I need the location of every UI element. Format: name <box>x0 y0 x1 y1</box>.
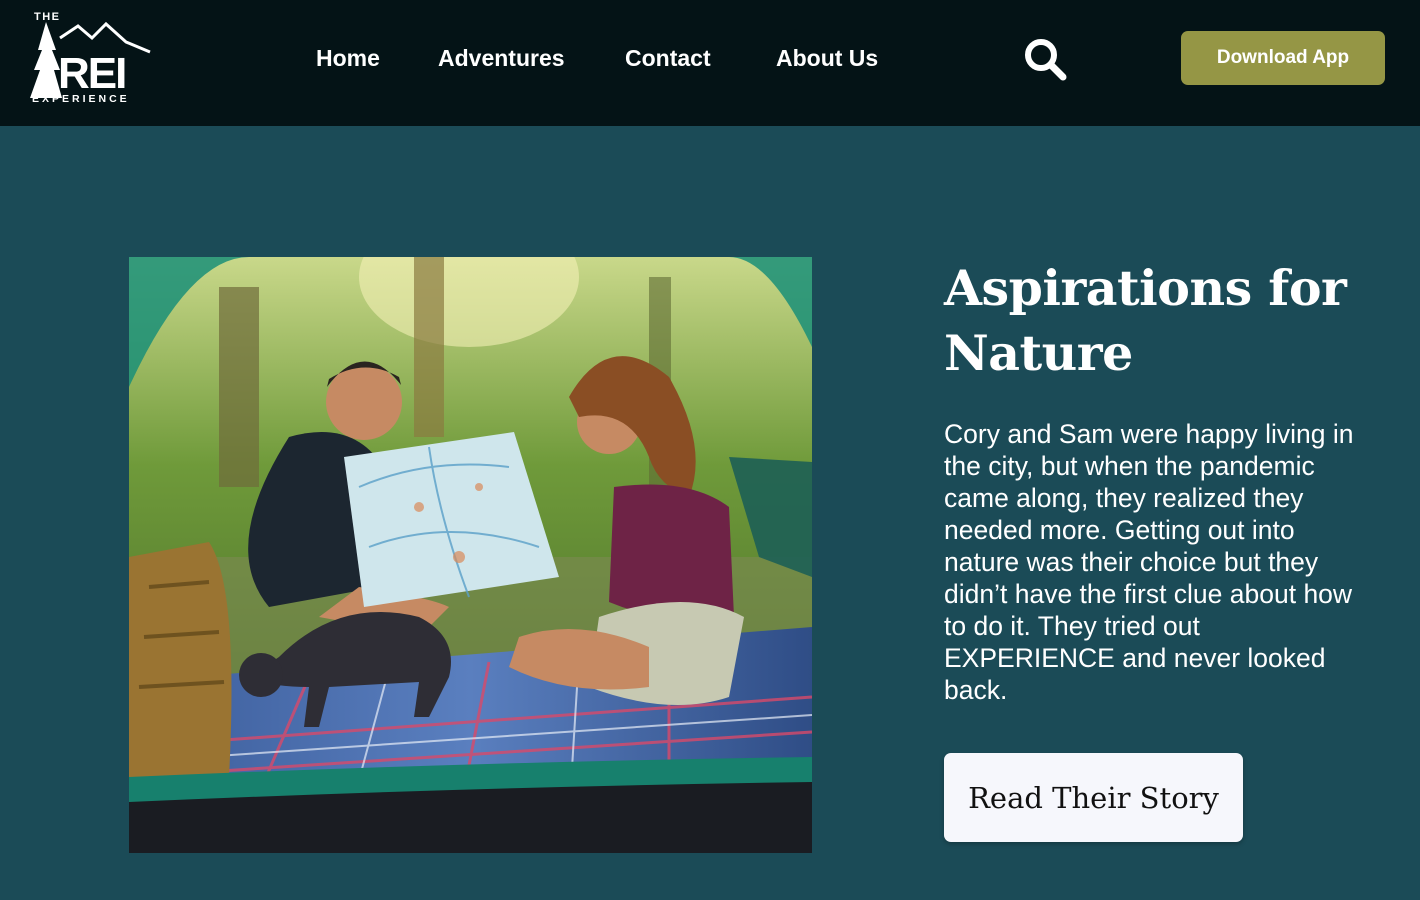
svg-text:EXPERIENCE: EXPERIENCE <box>32 93 130 105</box>
read-their-story-button[interactable]: Read Their Story <box>944 753 1243 842</box>
download-app-button[interactable]: Download App <box>1181 31 1385 85</box>
svg-text:REI: REI <box>58 49 125 98</box>
nav-home[interactable]: Home <box>316 40 380 76</box>
hero-body-text: Cory and Sam were happy living in the ci… <box>944 419 1354 705</box>
site-header: THE REI EXPERIENCE Home Adventures Conta… <box>0 0 1420 126</box>
search-icon[interactable] <box>1022 36 1068 82</box>
nav-about-us[interactable]: About Us <box>776 40 878 76</box>
hero-image <box>129 257 812 853</box>
rei-logo-icon: THE REI EXPERIENCE <box>30 11 151 105</box>
svg-text:THE: THE <box>34 11 61 23</box>
nav-adventures[interactable]: Adventures <box>438 40 565 76</box>
hero-headline: Aspirations for Nature <box>944 259 1347 382</box>
rei-logo[interactable]: THE REI EXPERIENCE <box>22 8 162 108</box>
nav-contact[interactable]: Contact <box>625 40 711 76</box>
